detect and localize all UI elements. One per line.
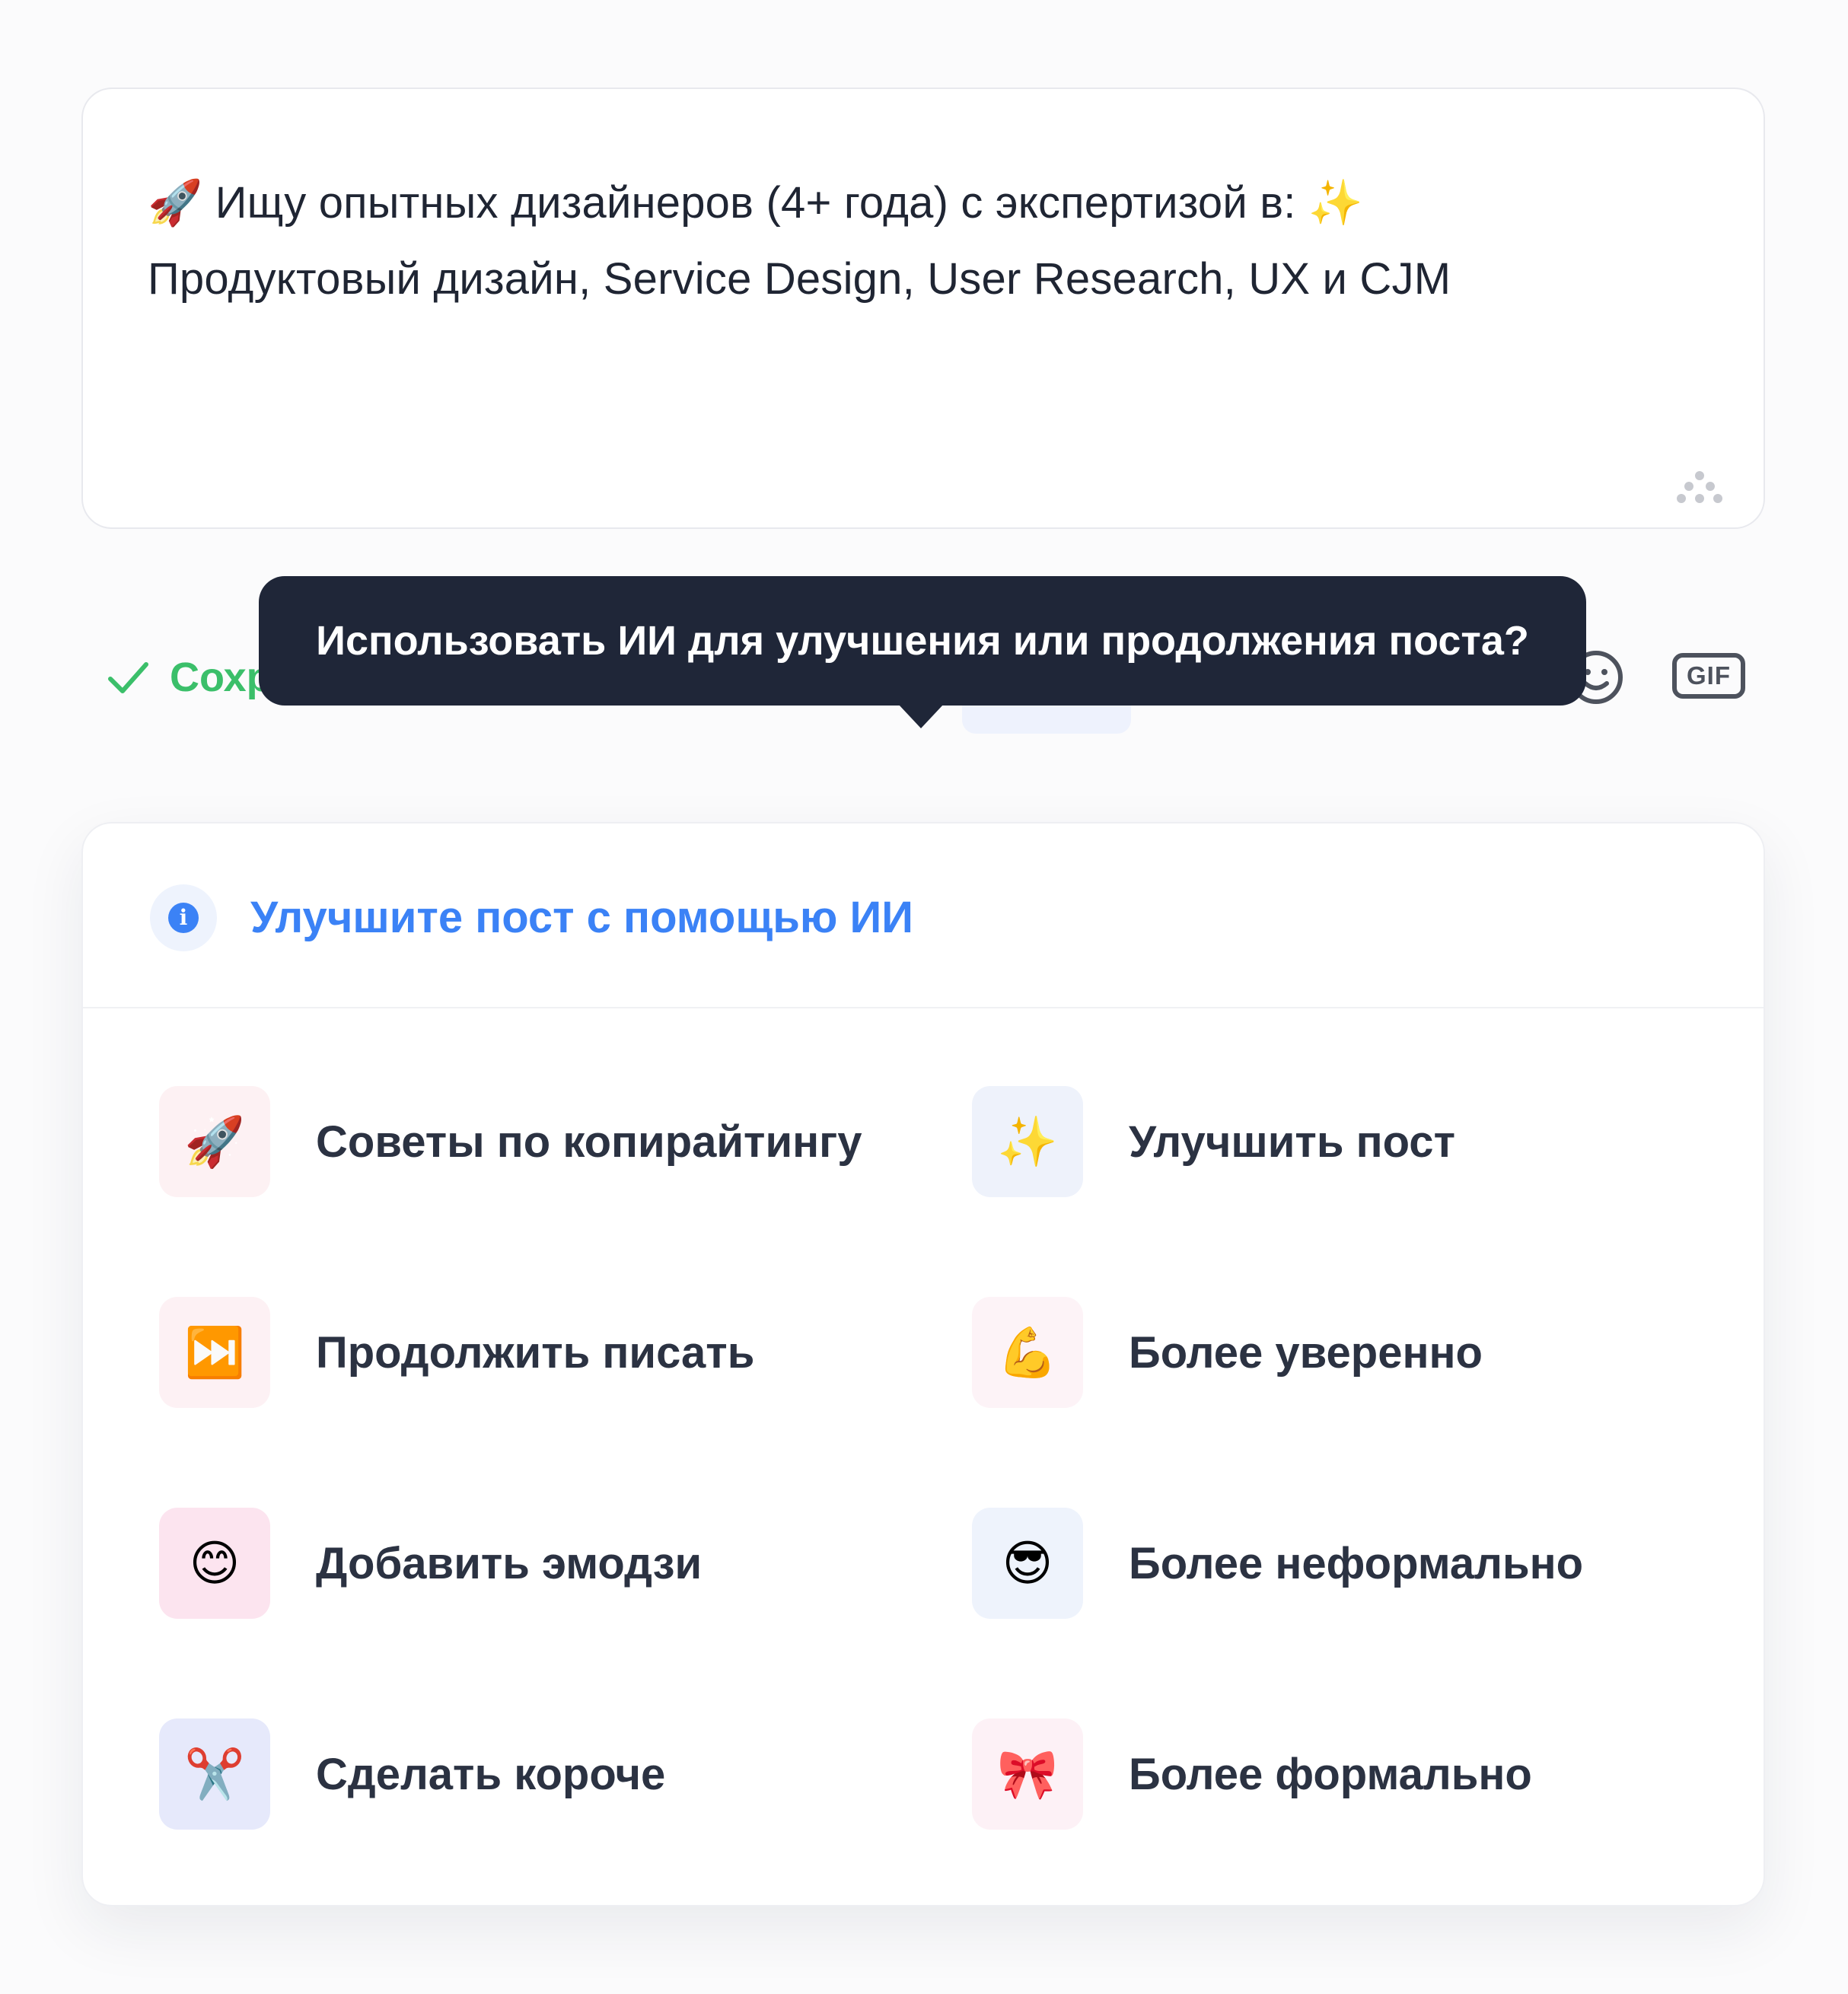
option-improve-post[interactable]: ✨ Улучшить пост <box>972 1086 1455 1197</box>
save-status: Сохр <box>104 653 272 702</box>
option-add-emoji[interactable]: 😊 Добавить эмодзи <box>159 1508 702 1619</box>
check-icon <box>108 662 148 693</box>
resize-handle-icon[interactable] <box>1675 470 1724 506</box>
info-glyph: i <box>168 903 199 933</box>
ai-improve-panel: i Улучшите пост с помощью ИИ 🚀 Советы по… <box>81 822 1765 1906</box>
flexed-biceps-icon: 💪 <box>972 1297 1083 1408</box>
option-continue-writing[interactable]: ⏭️ Продолжить писать <box>159 1297 754 1408</box>
post-text-line-1: 🚀 Ищу опытных дизайнеров (4+ года) с экс… <box>148 178 1364 228</box>
panel-header: i Улучшите пост с помощью ИИ <box>83 823 1764 1008</box>
post-text[interactable]: 🚀 Ищу опытных дизайнеров (4+ года) с экс… <box>148 165 1700 317</box>
post-text-line-2: Продуктовый дизайн, Service Design, User… <box>148 254 1451 304</box>
tooltip-arrow <box>898 704 944 728</box>
sparkles-icon: ✨ <box>972 1086 1083 1197</box>
post-editor[interactable]: 🚀 Ищу опытных дизайнеров (4+ года) с экс… <box>81 88 1765 529</box>
option-label: Продолжить писать <box>316 1327 755 1378</box>
fast-forward-icon: ⏭️ <box>159 1297 270 1408</box>
info-icon: i <box>150 884 217 951</box>
scissors-icon: ✂️ <box>159 1718 270 1830</box>
option-label: Сделать короче <box>316 1749 666 1799</box>
option-label: Более формально <box>1129 1749 1532 1799</box>
option-make-shorter[interactable]: ✂️ Сделать короче <box>159 1718 665 1830</box>
option-label: Улучшить пост <box>1129 1116 1455 1167</box>
smiling-face-icon: 😊 <box>159 1508 270 1619</box>
option-more-formal[interactable]: 🎀 Более формально <box>972 1718 1532 1830</box>
sunglasses-face-icon: 😎 <box>972 1508 1083 1619</box>
ai-tooltip: Использовать ИИ для улучшения или продол… <box>259 576 1586 706</box>
option-more-informal[interactable]: 😎 Более неформально <box>972 1508 1583 1619</box>
gif-button[interactable]: GIF <box>1672 653 1745 699</box>
save-status-label: Сохр <box>170 655 272 700</box>
option-label: Более уверенно <box>1129 1327 1483 1378</box>
option-copywriting-tips[interactable]: 🚀 Советы по копирайтингу <box>159 1086 862 1197</box>
rocket-icon: 🚀 <box>159 1086 270 1197</box>
option-more-confident[interactable]: 💪 Более уверенно <box>972 1297 1483 1408</box>
option-label: Советы по копирайтингу <box>316 1116 862 1167</box>
option-label: Добавить эмодзи <box>316 1538 703 1588</box>
panel-title: Улучшите пост с помощью ИИ <box>250 893 913 942</box>
ribbon-bow-icon: 🎀 <box>972 1718 1083 1830</box>
option-label: Более неформально <box>1129 1538 1584 1588</box>
